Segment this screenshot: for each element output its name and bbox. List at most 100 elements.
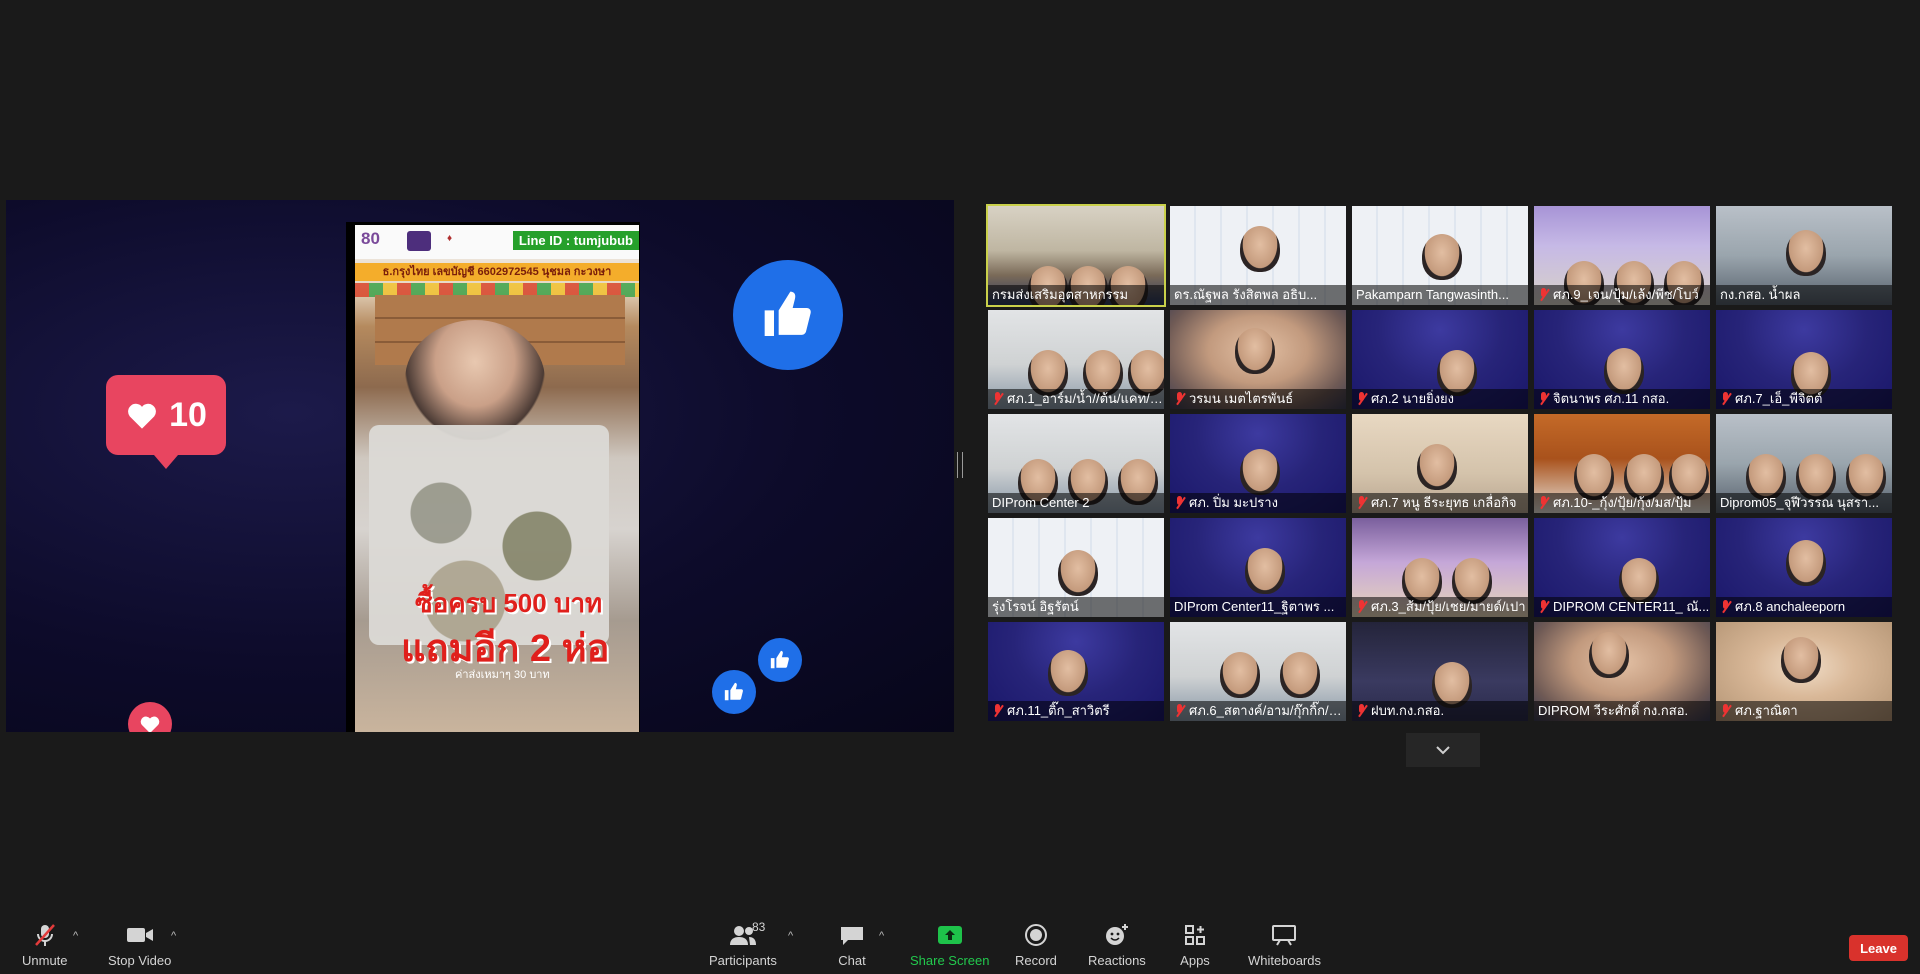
whiteboards-label: Whiteboards bbox=[1248, 953, 1321, 968]
person-silhouette bbox=[1240, 226, 1280, 272]
chat-button[interactable]: Chat bbox=[837, 922, 867, 968]
heart-count-badge: 10 bbox=[106, 375, 226, 469]
participant-name: DIProm Center 2 bbox=[992, 495, 1090, 510]
leave-button[interactable]: Leave bbox=[1849, 935, 1908, 961]
line-id-banner: Line ID : tumjubub bbox=[512, 231, 639, 250]
participant-name: ศภ.6_สตางค์/อาม/กุ๊กกิ๊ก/เห... bbox=[1189, 703, 1346, 718]
microphone-muted-icon bbox=[992, 704, 1004, 718]
participant-tile[interactable]: ศภ.ฐาณิดา bbox=[1716, 622, 1892, 721]
participant-name-bar: ฝบท.กง.กสอ. bbox=[1352, 701, 1528, 721]
participant-tile[interactable]: DIPROM CENTER11_ ณั... bbox=[1534, 518, 1710, 617]
participant-tile[interactable]: ศภ.2 นายยิ่งยง bbox=[1352, 310, 1528, 409]
participant-tile[interactable]: DIProm Center 2 bbox=[988, 414, 1164, 513]
participant-tile[interactable]: จิตนาพร ศภ.11 กสอ. bbox=[1534, 310, 1710, 409]
stream-header: 80 ♦ Line ID : tumjubub bbox=[355, 225, 639, 259]
participant-tile[interactable]: รุ่งโรจน์ อิฐรัตน์ bbox=[988, 518, 1164, 617]
participant-tile[interactable]: ศภ.7 หนู ธีระยุทธ เกลื่อกิจ bbox=[1352, 414, 1528, 513]
video-options-caret[interactable]: ^ bbox=[171, 930, 176, 942]
participant-tile[interactable]: ศภ.6_สตางค์/อาม/กุ๊กกิ๊ก/เห... bbox=[1170, 622, 1346, 721]
logo-80: 80 bbox=[361, 229, 380, 248]
participant-tile[interactable]: DIPROM วีระศักดิ์ กง.กสอ. bbox=[1534, 622, 1710, 721]
participant-name-bar: กรมส่งเสริมอุตสาหกรรม bbox=[988, 285, 1164, 305]
participants-count: 83 bbox=[751, 920, 766, 934]
participant-tile[interactable]: วรมน เมตไตรพันธ์ bbox=[1170, 310, 1346, 409]
participant-tile[interactable]: กง.กสอ. น้ำผล bbox=[1716, 206, 1892, 305]
person-silhouette bbox=[1786, 540, 1826, 586]
stop-video-button[interactable]: Stop Video bbox=[108, 922, 171, 968]
heart-icon bbox=[128, 702, 172, 732]
participant-name-bar: ศภ.10-_กุ้ง/ปุ้ย/กุ้ง/มส/ปุ้ม bbox=[1534, 493, 1710, 513]
person-silhouette bbox=[1220, 652, 1260, 698]
thumbs-up-icon bbox=[733, 260, 843, 370]
split-view-handle[interactable] bbox=[957, 452, 963, 478]
participant-name: ฝบท.กง.กสอ. bbox=[1371, 703, 1445, 718]
participant-tile[interactable]: Pakamparn Tangwasinth... bbox=[1352, 206, 1528, 305]
thumbs-up-icon bbox=[758, 638, 802, 682]
livestream-video: 80 ♦ Line ID : tumjubub ธ.กรุงไทย เลขบัญ… bbox=[346, 222, 640, 732]
record-button[interactable]: Record bbox=[1015, 922, 1057, 968]
participant-tile[interactable]: ศภ.11_ติ๊ก_สาวิตรี bbox=[988, 622, 1164, 721]
participant-tile[interactable]: ดร.ณัฐพล รังสิตพล อธิบ... bbox=[1170, 206, 1346, 305]
apps-icon bbox=[1185, 925, 1205, 945]
record-label: Record bbox=[1015, 953, 1057, 968]
whiteboards-button[interactable]: Whiteboards bbox=[1248, 922, 1321, 968]
participant-tile[interactable]: ศภ.1_อาร์ม/น้ำ//ต้น/แคท/วิว bbox=[988, 310, 1164, 409]
person-silhouette bbox=[1048, 650, 1088, 696]
participant-name-bar: ศภ.7 หนู ธีระยุทธ เกลื่อกิจ bbox=[1352, 493, 1528, 513]
person-silhouette bbox=[1058, 550, 1098, 596]
audio-options-caret[interactable]: ^ bbox=[73, 930, 78, 942]
participant-name: ดร.ณัฐพล รังสิตพล อธิบ... bbox=[1174, 287, 1318, 302]
participant-tile[interactable]: ศภ. ปิ่ม มะปราง bbox=[1170, 414, 1346, 513]
participant-name-bar: ศภ.9_เจน/ปุ้ม/เล้ง/พีช/โบว์ bbox=[1534, 285, 1710, 305]
participant-tile[interactable]: Diprom05_จุฬีวรรณ นุสรา... bbox=[1716, 414, 1892, 513]
participant-name-bar: ศภ. ปิ่ม มะปราง bbox=[1170, 493, 1346, 513]
apps-button[interactable]: Apps bbox=[1180, 922, 1210, 968]
presenter bbox=[405, 320, 545, 440]
person-silhouette bbox=[1781, 637, 1821, 683]
participant-name: DIPROM CENTER11_ ณั... bbox=[1553, 599, 1710, 614]
unmute-label: Unmute bbox=[22, 953, 68, 968]
person-silhouette bbox=[1240, 449, 1280, 495]
participant-tile[interactable]: ศภ.9_เจน/ปุ้ม/เล้ง/พีช/โบว์ bbox=[1534, 206, 1710, 305]
participant-name-bar: ศภ.8 anchaleeporn bbox=[1716, 597, 1892, 617]
participant-name: ศภ.7_เอ็_พีจิตต์ bbox=[1735, 391, 1823, 406]
thumbs-up-icon bbox=[712, 670, 756, 714]
participant-name: รุ่งโรจน์ อิฐรัตน์ bbox=[992, 599, 1079, 614]
promo-line-3: ค่าส่งเหมาๆ 30 บาท bbox=[455, 669, 550, 681]
microphone-muted-icon bbox=[1720, 600, 1732, 614]
participant-tile[interactable]: กรมส่งเสริมอุตสาหกรรม bbox=[986, 204, 1166, 307]
participant-name-bar: DIPROM CENTER11_ ณั... bbox=[1534, 597, 1710, 617]
participant-name-bar: ศภ.11_ติ๊ก_สาวิตรี bbox=[988, 701, 1164, 721]
microphone-muted-icon bbox=[1356, 392, 1368, 406]
chat-label: Chat bbox=[838, 953, 866, 968]
participant-tile[interactable]: ศภ.8 anchaleeporn bbox=[1716, 518, 1892, 617]
person-silhouette bbox=[1245, 548, 1285, 594]
participant-tile[interactable]: ศภ.10-_กุ้ง/ปุ้ย/กุ้ง/มส/ปุ้ม bbox=[1534, 414, 1710, 513]
participant-tile[interactable]: ฝบท.กง.กสอ. bbox=[1352, 622, 1528, 721]
reactions-label: Reactions bbox=[1088, 953, 1146, 968]
person-silhouette bbox=[1589, 632, 1629, 678]
chat-options-caret[interactable]: ^ bbox=[879, 930, 884, 942]
share-screen-button[interactable]: Share Screen bbox=[910, 922, 990, 968]
bank-account-line: ธ.กรุงไทย เลขบัญชี 6602972545 นุชมล กะวง… bbox=[355, 263, 639, 281]
participant-name-bar: DIPROM วีระศักดิ์ กง.กสอ. bbox=[1534, 701, 1710, 721]
participant-name-bar: Pakamparn Tangwasinth... bbox=[1352, 285, 1528, 305]
participant-name-bar: วรมน เมตไตรพันธ์ bbox=[1170, 389, 1346, 409]
participant-name: Pakamparn Tangwasinth... bbox=[1356, 287, 1509, 302]
participant-tile[interactable]: ศภ.3_ส้ม/ปุ้ย/เชย/มายด์/เปา bbox=[1352, 518, 1528, 617]
participants-options-caret[interactable]: ^ bbox=[788, 930, 793, 942]
unmute-button[interactable]: Unmute bbox=[22, 922, 68, 968]
participant-name-bar: กง.กสอ. น้ำผล bbox=[1716, 285, 1892, 305]
person-silhouette bbox=[1422, 234, 1462, 280]
participant-name-bar: จิตนาพร ศภ.11 กสอ. bbox=[1534, 389, 1710, 409]
participants-button[interactable]: 83 Participants bbox=[709, 920, 777, 968]
participant-name: ศภ.2 นายยิ่งยง bbox=[1371, 391, 1455, 406]
participant-tile[interactable]: ศภ.7_เอ็_พีจิตต์ bbox=[1716, 310, 1892, 409]
reactions-button[interactable]: Reactions bbox=[1088, 922, 1146, 968]
stop-video-label: Stop Video bbox=[108, 953, 172, 968]
whiteboard-icon bbox=[1272, 925, 1297, 946]
participant-tile[interactable]: DIProm Center11_ฐิตาพร ... bbox=[1170, 518, 1346, 617]
participant-name: DIProm Center11_ฐิตาพร ... bbox=[1174, 599, 1335, 614]
participant-name: กรมส่งเสริมอุตสาหกรรม bbox=[992, 287, 1129, 302]
show-more-participants-button[interactable] bbox=[1406, 733, 1480, 767]
